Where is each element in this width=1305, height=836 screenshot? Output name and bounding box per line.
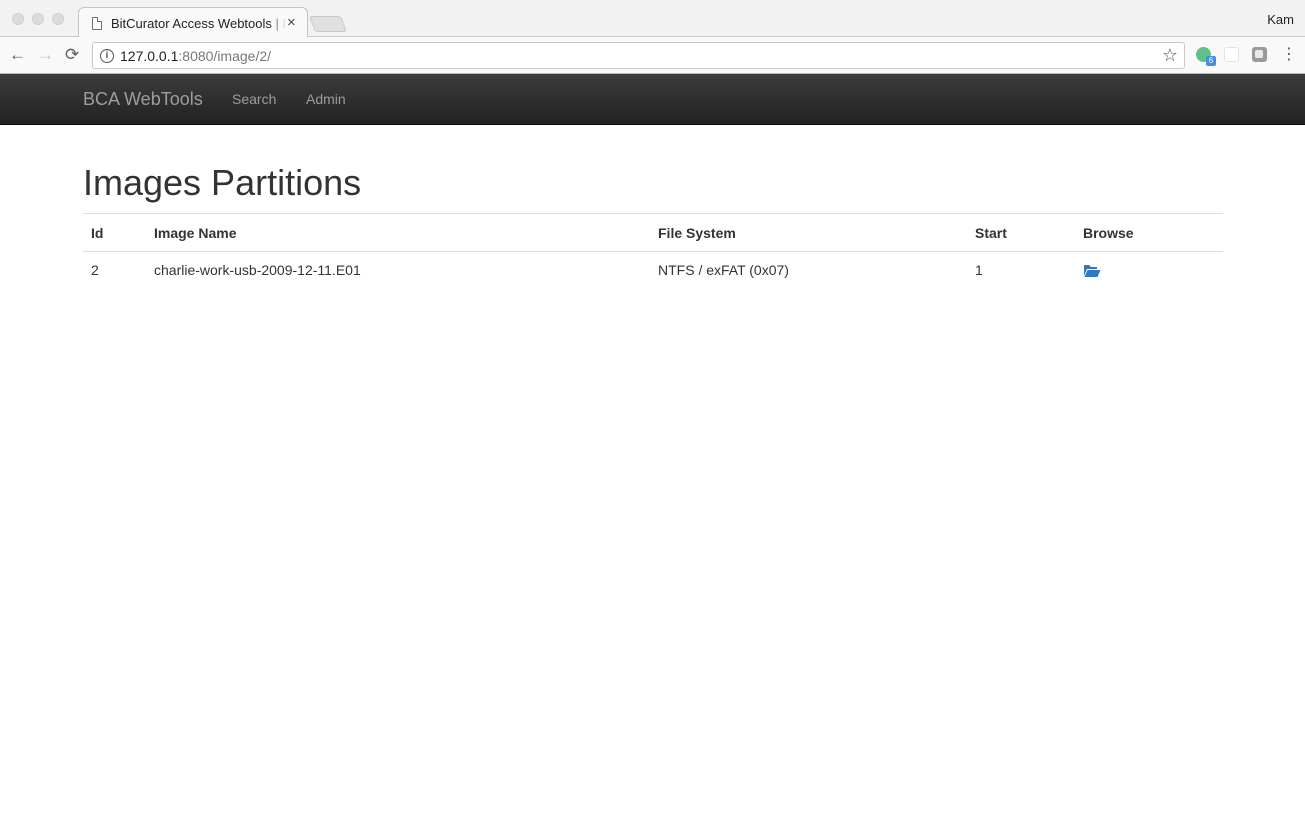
cell-id: 2 [91,262,99,279]
browser-toolbar: ← → ⟳ i 127.0.0.1:8080/image/2/ ☆ 6 ⋮ [0,37,1305,74]
info-icon[interactable]: i [100,49,114,63]
extension-icon-blank[interactable] [1224,47,1239,62]
address-bar[interactable]: i 127.0.0.1:8080/image/2/ ☆ [92,42,1185,69]
nav-link-search[interactable]: Search [232,91,276,107]
url-text[interactable]: 127.0.0.1:8080/image/2/ [120,48,271,64]
header-start: Start [967,213,1075,252]
page-title: Images Partitions [83,162,362,203]
page-icon [92,17,102,30]
table-header-row: Id Image Name File System Start Browse [83,213,1223,252]
table-row: 2 charlie-work-usb-2009-12-11.E01 NTFS /… [83,252,1223,289]
back-arrow-icon[interactable]: ← [9,46,26,64]
url-path: :8080/image/2/ [178,48,272,64]
browser-titlebar: BitCurator Access Webtools | Image Parti… [0,0,1305,38]
extension-icon-gray[interactable] [1252,47,1267,62]
navbar-brand[interactable]: BCA WebTools [83,89,203,110]
bookmark-star-icon[interactable]: ☆ [1162,45,1178,66]
forward-arrow-icon[interactable]: → [37,46,54,64]
header-image-name: Image Name [146,213,650,252]
header-file-system: File System [650,213,967,252]
site-navbar: BCA WebTools Search Admin [0,74,1305,125]
cell-browse [1075,252,1223,289]
tab-title: BitCurator Access Webtools | Image Parti… [111,16,287,31]
folder-open-icon[interactable] [1083,264,1101,278]
extension-badge: 6 [1206,56,1216,66]
header-browse: Browse [1075,213,1223,252]
profile-name[interactable]: Kam [1267,12,1294,27]
header-id: Id [83,213,146,252]
partitions-table: Id Image Name File System Start Browse 2… [83,213,1223,289]
new-tab-button[interactable] [309,16,347,32]
browser-tab[interactable]: BitCurator Access Webtools | Image Parti… [78,7,308,38]
url-host: 127.0.0.1 [120,48,179,64]
cell-start: 1 [975,262,983,279]
window-maximize-button[interactable] [52,13,64,25]
tab-close-icon[interactable]: × [287,14,296,32]
cell-image-name: charlie-work-usb-2009-12-11.E01 [154,262,361,279]
cell-file-system: NTFS / exFAT (0x07) [658,262,789,279]
reload-icon[interactable]: ⟳ [65,46,79,64]
extension-icon-green[interactable]: 6 [1196,47,1216,66]
window-close-button[interactable] [12,13,24,25]
nav-link-admin[interactable]: Admin [306,91,346,107]
window-minimize-button[interactable] [32,13,44,25]
browser-menu-icon[interactable]: ⋮ [1281,46,1297,64]
